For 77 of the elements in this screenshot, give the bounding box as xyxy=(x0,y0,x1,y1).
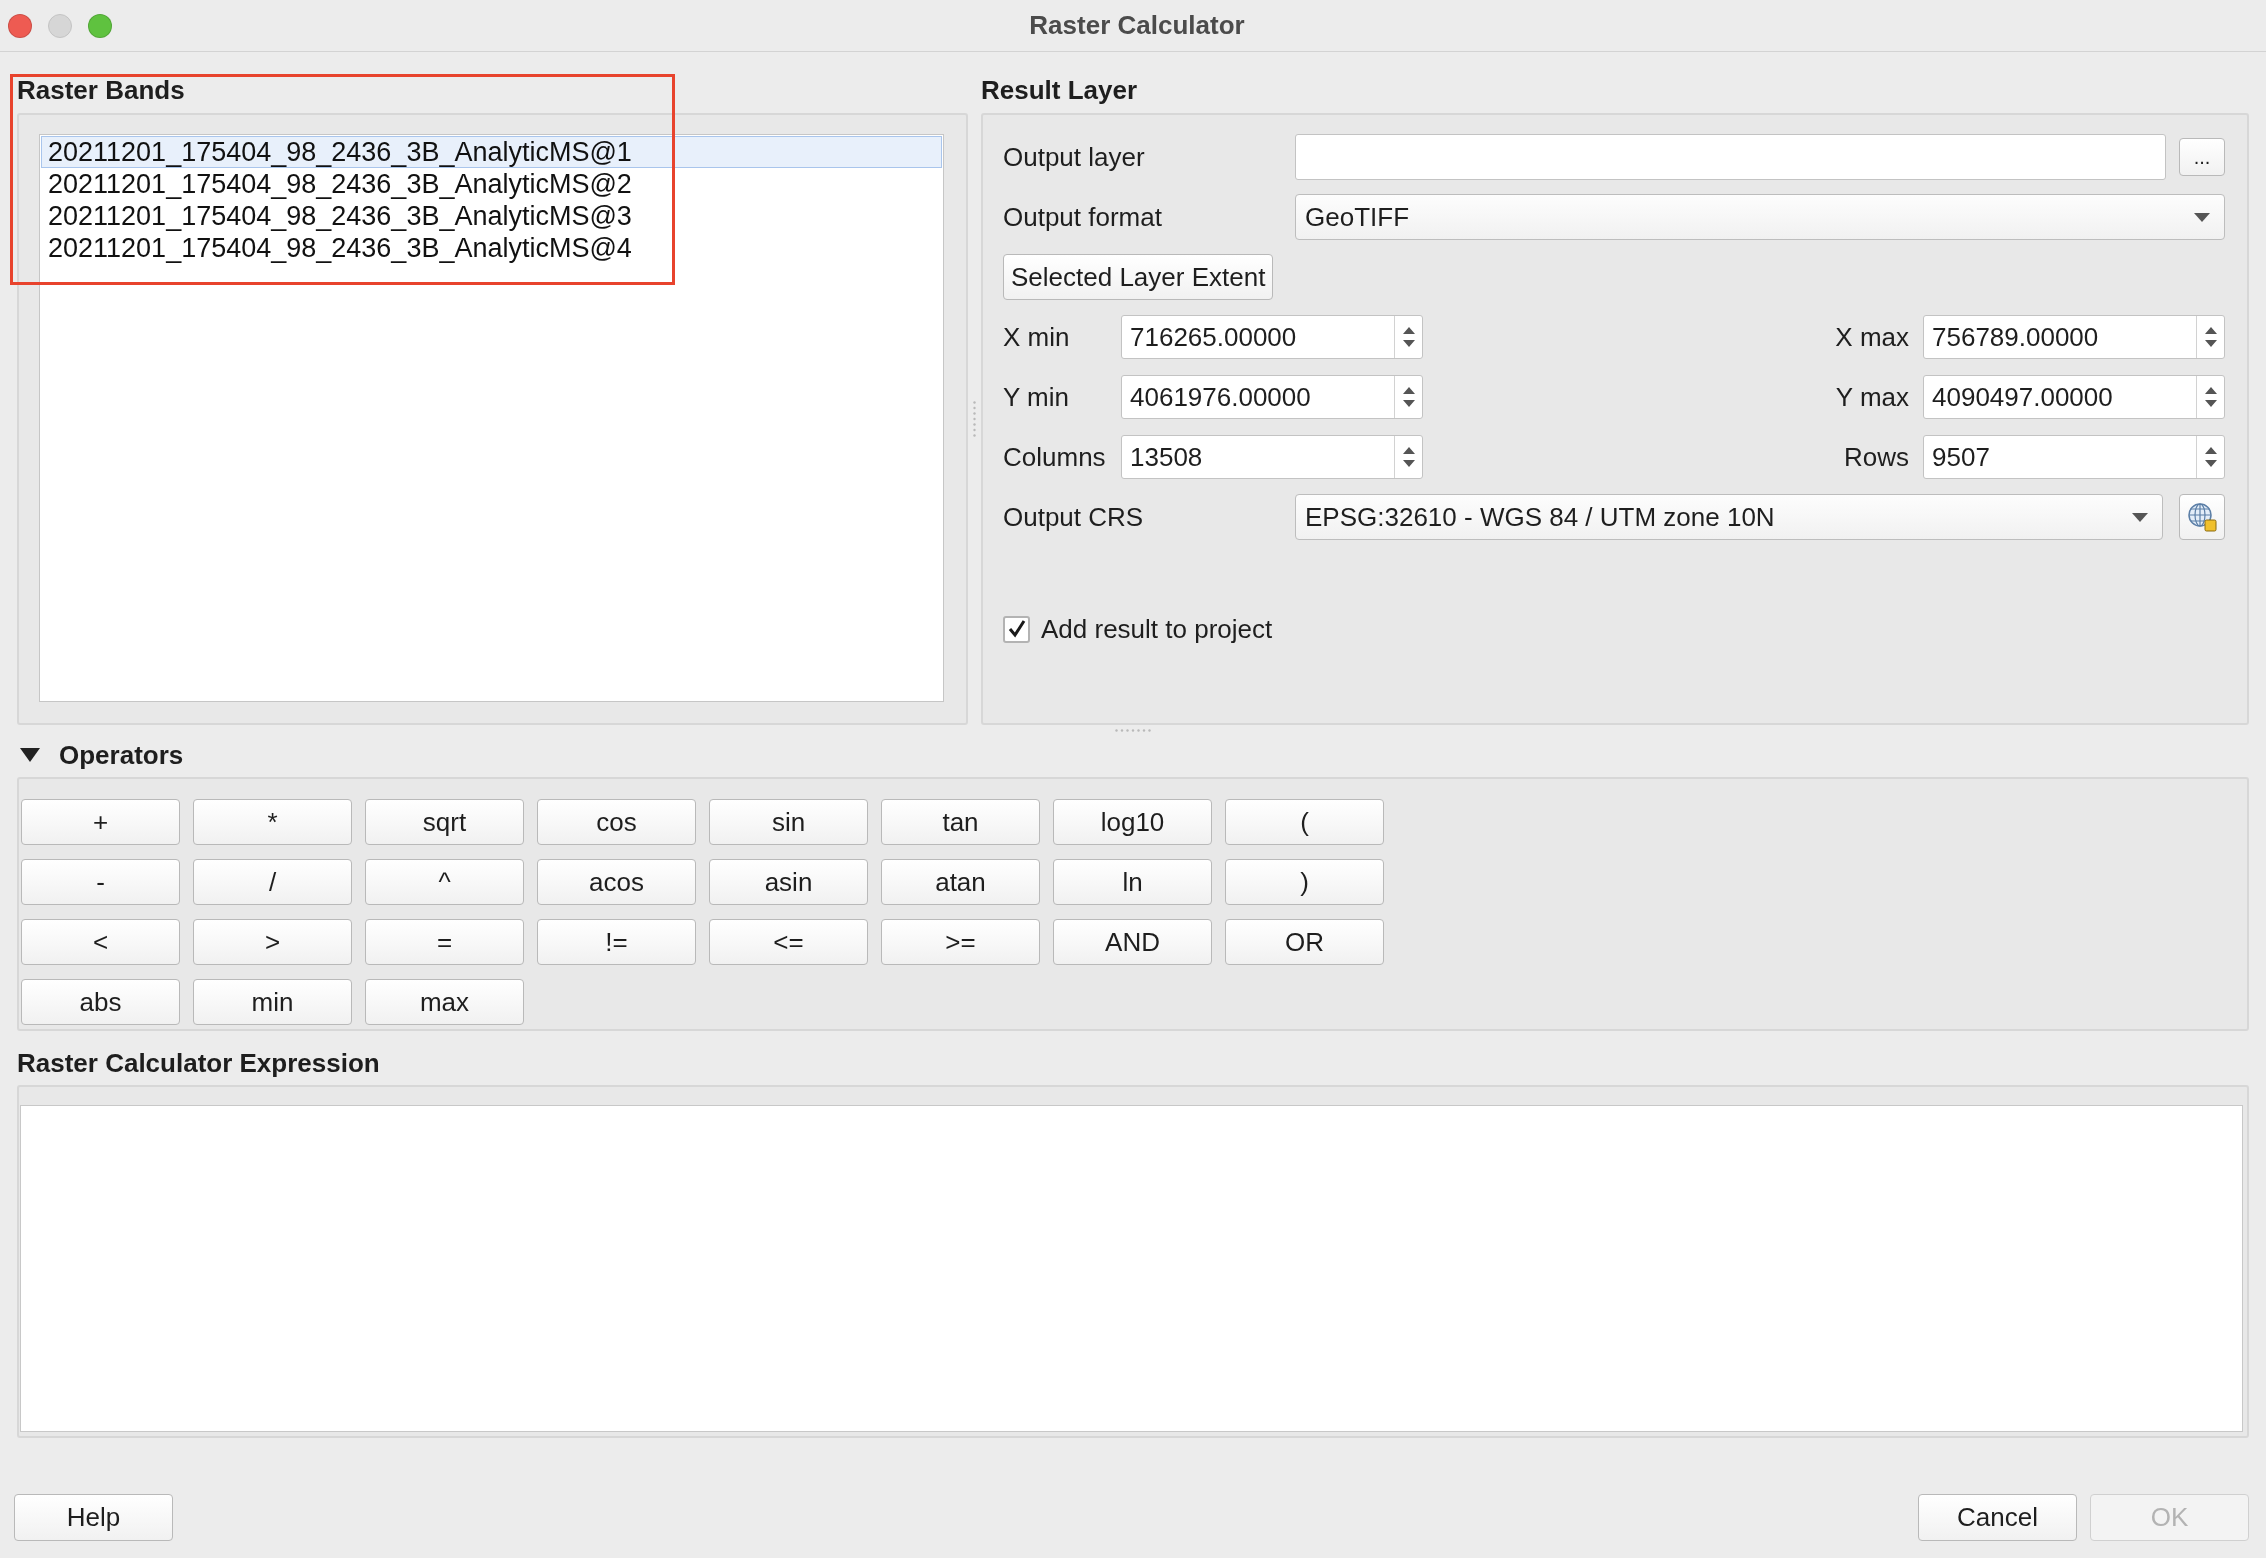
spin-box[interactable]: 756789.00000 xyxy=(1923,315,2225,359)
checkbox-label[interactable]: Add result to project xyxy=(1041,613,1273,645)
field-label: Output format xyxy=(1003,201,1163,233)
up-down-arrows-icon[interactable] xyxy=(2203,325,2218,349)
operator-button[interactable]: sin xyxy=(709,799,868,845)
up-down-arrows-icon[interactable] xyxy=(1401,445,1416,469)
operator-button[interactable]: <= xyxy=(709,919,868,965)
operator-button[interactable]: ^ xyxy=(365,859,524,905)
operator-button[interactable]: ) xyxy=(1225,859,1384,905)
extent-button[interactable]: Selected Layer Extent xyxy=(1003,254,1274,300)
list-item[interactable]: 20211201_175404_98_2436_3B_AnalyticMS@4 xyxy=(41,232,942,264)
close-button[interactable] xyxy=(8,13,32,38)
triangle-icon xyxy=(20,748,40,762)
spin-box[interactable]: 716265.00000 xyxy=(1121,315,1423,359)
operator-button[interactable]: / xyxy=(193,859,352,905)
section-toggle[interactable]: Operators xyxy=(17,735,184,775)
operator-button[interactable]: cos xyxy=(537,799,696,845)
list-item[interactable]: 20211201_175404_98_2436_3B_AnalyticMS@2 xyxy=(41,168,942,200)
operator-button[interactable]: * xyxy=(193,799,352,845)
output-format-dropdown[interactable]: GeoTIFF xyxy=(1295,194,2225,240)
output-layer-field[interactable] xyxy=(1295,134,2166,180)
list-item[interactable]: 20211201_175404_98_2436_3B_AnalyticMS@3 xyxy=(41,200,942,232)
operator-button[interactable]: max xyxy=(365,979,524,1025)
operator-button[interactable]: ln xyxy=(1053,859,1212,905)
operator-button[interactable]: acos xyxy=(537,859,696,905)
operator-button[interactable]: tan xyxy=(881,799,1040,845)
help-button[interactable]: Help xyxy=(14,1494,173,1541)
operator-button[interactable]: abs xyxy=(21,979,180,1025)
band-list[interactable]: 20211201_175404_98_2436_3B_AnalyticMS@1 20211201_175404_98_2436_3B_AnalyticMS@2 20211201_175404_98_2436_3B_AnalyticMS@3 20211201_175404_98_2436_3B_AnalyticMS@4 xyxy=(39,134,944,702)
section-heading: Raster Calculator Expression xyxy=(17,1047,381,1080)
spin-box[interactable]: 4061976.00000 xyxy=(1121,375,1423,419)
operator-button[interactable]: atan xyxy=(881,859,1040,905)
operator-button[interactable]: != xyxy=(537,919,696,965)
section-heading: Result Layer xyxy=(981,74,1139,107)
field-label: Output CRS xyxy=(1003,501,1145,533)
up-down-arrows-icon[interactable] xyxy=(1401,325,1416,349)
list-item[interactable]: 20211201_175404_98_2436_3B_AnalyticMS@1 xyxy=(41,136,942,168)
zoom-button[interactable] xyxy=(88,13,112,38)
dialog-button[interactable]: Cancel xyxy=(1918,1494,2077,1541)
spin-box[interactable]: 9507 xyxy=(1923,435,2225,479)
browse-button[interactable]: ... xyxy=(2179,138,2225,176)
caret-icon xyxy=(2194,212,2210,222)
operator-button[interactable]: ( xyxy=(1225,799,1384,845)
operator-button[interactable]: AND xyxy=(1053,919,1212,965)
checkbox[interactable] xyxy=(1003,615,1030,643)
spin-box[interactable]: 13508 xyxy=(1121,435,1423,479)
crs-dropdown[interactable]: EPSG:32610 - WGS 84 / UTM zone 10N xyxy=(1295,494,2163,540)
field-label: Y min xyxy=(1003,381,1070,413)
field-label: Rows xyxy=(1844,441,1909,473)
operator-button[interactable]: asin xyxy=(709,859,868,905)
operator-button[interactable]: sqrt xyxy=(365,799,524,845)
field-label: X min xyxy=(1003,321,1071,353)
section-heading: Raster Bands xyxy=(17,74,186,107)
operator-button[interactable]: + xyxy=(21,799,180,845)
caret-icon xyxy=(2132,512,2148,522)
up-down-arrows-icon[interactable] xyxy=(2203,385,2218,409)
field-label: Y max xyxy=(1835,381,1909,413)
field-label: Output layer xyxy=(1003,141,1146,173)
operator-button[interactable]: >= xyxy=(881,919,1040,965)
operator-button[interactable]: - xyxy=(21,859,180,905)
up-down-arrows-icon[interactable] xyxy=(2203,445,2218,469)
checkmark-icon xyxy=(1007,620,1026,638)
operator-button[interactable]: log10 xyxy=(1053,799,1212,845)
up-down-arrows-icon[interactable] xyxy=(1401,385,1416,409)
field-label: Columns xyxy=(1003,441,1107,473)
operator-button[interactable]: > xyxy=(193,919,352,965)
splitter-handle[interactable] xyxy=(1115,728,1151,732)
operator-button[interactable]: < xyxy=(21,919,180,965)
crs-select-button[interactable] xyxy=(2179,494,2225,540)
spin-box[interactable]: 4090497.00000 xyxy=(1923,375,2225,419)
splitter-handle[interactable] xyxy=(973,401,976,437)
operator-button[interactable]: min xyxy=(193,979,352,1025)
operator-button[interactable]: = xyxy=(365,919,524,965)
field-label: X max xyxy=(1835,321,1909,353)
window-title: Raster Calculator xyxy=(1029,10,1245,41)
globe-icon xyxy=(2187,502,2217,532)
operator-button[interactable]: OR xyxy=(1225,919,1384,965)
